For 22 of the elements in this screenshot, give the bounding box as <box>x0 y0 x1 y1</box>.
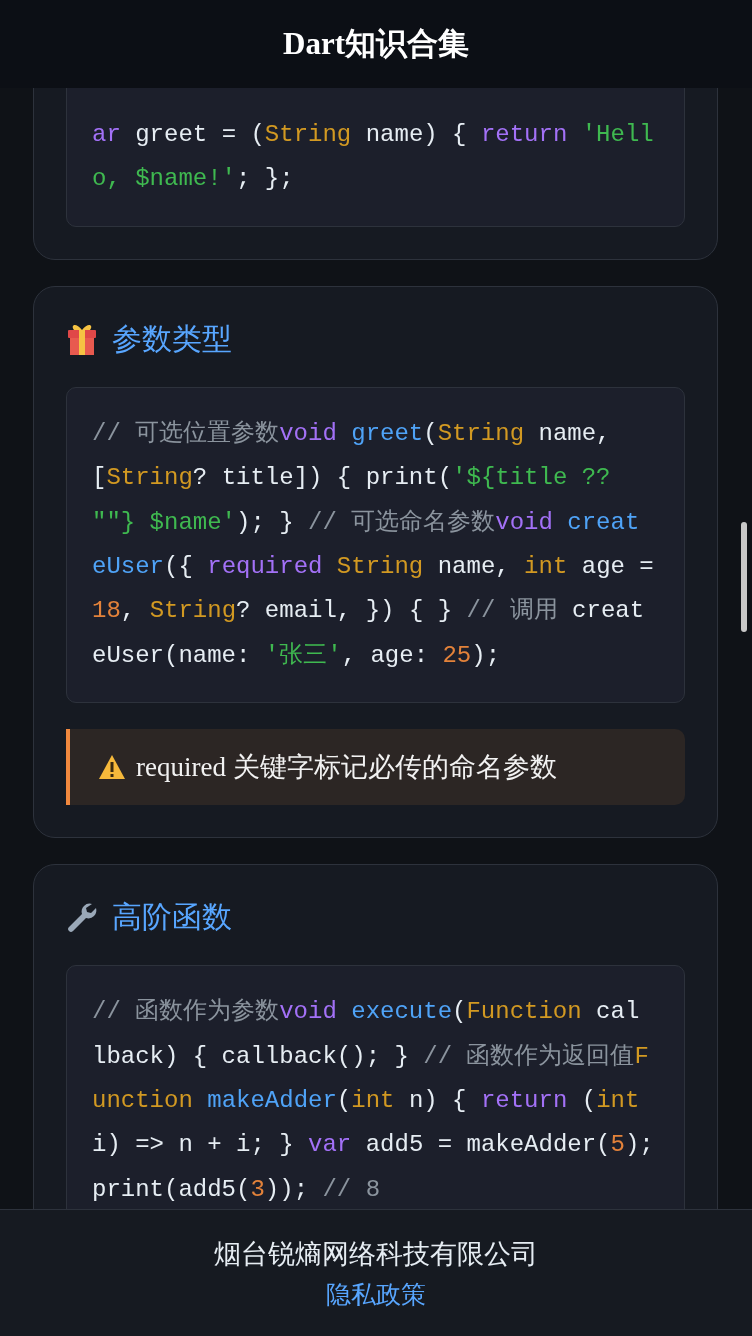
warning-icon <box>98 754 126 781</box>
code-line: o, $name!'; }; <box>92 164 295 195</box>
privacy-link[interactable]: 隐私政策 <box>326 1277 426 1311</box>
tip-text: required 关键字标记必传的命名参数 <box>136 751 557 785</box>
code-line: lback) { callback(); } // 函数作为返回值F <box>92 1041 650 1072</box>
code-line: // 函数作为参数void execute(Function cal <box>92 997 641 1028</box>
wrench-icon <box>66 901 98 934</box>
code-line: // 可选位置参数void greet(String name, <box>92 418 612 449</box>
page-title: Dart知识合集 <box>283 25 469 63</box>
section-title: 参数类型 <box>112 319 232 358</box>
code-line: print(add5(3)); // 8 <box>92 1174 382 1205</box>
code-line: unction makeAdder(int n) { return (int <box>92 1086 641 1117</box>
code-line: eUser({ required String name, int age = <box>92 552 655 583</box>
code-line: ""} $name'); } // 可选命名参数void creat <box>92 507 641 538</box>
code-line: [String? title]) { print('${title ?? <box>92 463 612 494</box>
code-line: 18, String? email, }) { } // 调用 creat <box>92 596 646 627</box>
code-line: eUser(name: '张三', age: 25); <box>92 640 502 671</box>
code-line: ar greet = (String name) { return 'Hell <box>92 120 655 150</box>
scrollbar[interactable] <box>741 522 747 632</box>
section-title: 高阶函数 <box>112 898 232 937</box>
company-name: 烟台锐熵网络科技有限公司 <box>214 1236 538 1271</box>
code-line: i) => n + i; } var add5 = makeAdder(5); <box>92 1130 655 1161</box>
